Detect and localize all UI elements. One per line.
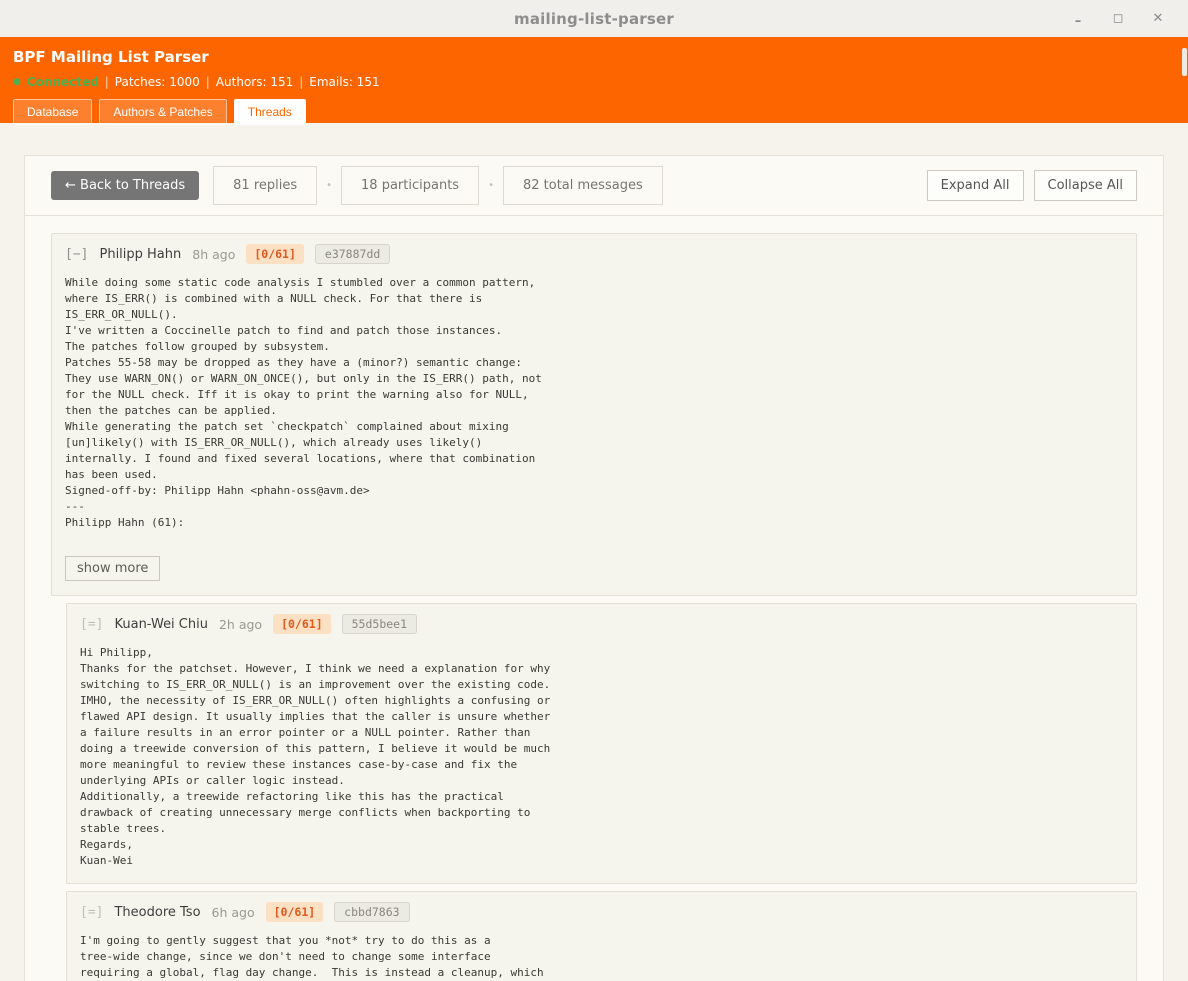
message-body: Hi Philipp, Thanks for the patchset. How…: [80, 645, 1123, 869]
collapse-toggle[interactable]: [=]: [80, 617, 103, 632]
connected-status: Connected: [27, 75, 99, 89]
status-separator: |: [299, 75, 303, 89]
stat-separator-dot: •: [326, 180, 332, 191]
commit-hash-badge: e37887dd: [315, 244, 390, 264]
main-area: ← Back to Threads 81 replies • 18 partic…: [0, 123, 1188, 981]
message-author: Philipp Hahn: [99, 247, 181, 262]
message-author: Kuan-Wei Chiu: [114, 617, 208, 632]
participants-stat: 18 participants: [341, 166, 479, 205]
message-card: [=] Kuan-Wei Chiu 2h ago [0/61] 55d5bee1…: [66, 603, 1137, 884]
patch-count-badge: [0/61]: [266, 902, 324, 922]
maximize-button[interactable]: ◻: [1098, 0, 1138, 37]
tab-threads[interactable]: Threads: [234, 99, 306, 125]
tab-bar: Database Authors & Patches Threads: [13, 99, 1175, 125]
tab-authors-patches[interactable]: Authors & Patches: [99, 99, 226, 125]
patches-count: Patches: 1000: [115, 75, 200, 89]
app-header: BPF Mailing List Parser ● Connected | Pa…: [0, 37, 1188, 123]
message-list: [−] Philipp Hahn 8h ago [0/61] e37887dd …: [25, 216, 1163, 981]
commit-hash-badge: 55d5bee1: [342, 614, 417, 634]
message-body: I'm going to gently suggest that you *no…: [80, 933, 1123, 981]
message-author: Theodore Tso: [114, 905, 200, 920]
message-time: 8h ago: [192, 247, 235, 262]
message-header: [=] Theodore Tso 6h ago [0/61] cbbd7863: [80, 902, 1123, 922]
scrollbar-thumb[interactable]: [1182, 48, 1187, 76]
commit-hash-badge: cbbd7863: [334, 902, 409, 922]
close-button[interactable]: ✕: [1138, 0, 1178, 37]
expand-all-button[interactable]: Expand All: [927, 170, 1024, 201]
collapse-toggle[interactable]: [=]: [80, 905, 103, 920]
os-titlebar: mailing-list-parser – ◻ ✕: [0, 0, 1188, 37]
tab-database[interactable]: Database: [13, 99, 92, 125]
back-to-threads-button[interactable]: ← Back to Threads: [51, 171, 199, 200]
patch-count-badge: [0/61]: [246, 244, 304, 264]
authors-count: Authors: 151: [216, 75, 293, 89]
status-separator: |: [206, 75, 210, 89]
window-title: mailing-list-parser: [514, 10, 674, 28]
collapse-toggle[interactable]: [−]: [65, 247, 88, 262]
app-title: BPF Mailing List Parser: [13, 48, 1175, 66]
patch-count-badge: [0/61]: [273, 614, 331, 634]
message-card: [−] Philipp Hahn 8h ago [0/61] e37887dd …: [51, 233, 1137, 596]
message-card: [=] Theodore Tso 6h ago [0/61] cbbd7863 …: [66, 891, 1137, 981]
total-messages-stat: 82 total messages: [503, 166, 663, 205]
message-header: [−] Philipp Hahn 8h ago [0/61] e37887dd: [65, 244, 1123, 264]
message-time: 6h ago: [212, 905, 255, 920]
stat-separator-dot: •: [488, 180, 494, 191]
window-controls: – ◻ ✕: [1058, 0, 1178, 37]
message-header: [=] Kuan-Wei Chiu 2h ago [0/61] 55d5bee1: [80, 614, 1123, 634]
show-more-button[interactable]: show more: [65, 556, 160, 581]
thread-toolbar: ← Back to Threads 81 replies • 18 partic…: [25, 156, 1163, 215]
status-separator: |: [105, 75, 109, 89]
replies-stat: 81 replies: [213, 166, 317, 205]
status-line: ● Connected | Patches: 1000 | Authors: 1…: [13, 75, 1175, 89]
message-time: 2h ago: [219, 617, 262, 632]
minimize-button[interactable]: –: [1058, 0, 1098, 37]
threads-panel: ← Back to Threads 81 replies • 18 partic…: [24, 155, 1164, 981]
emails-count: Emails: 151: [309, 75, 379, 89]
connected-dot-icon: ●: [13, 77, 21, 87]
message-body: While doing some static code analysis I …: [65, 275, 1123, 531]
collapse-all-button[interactable]: Collapse All: [1034, 170, 1138, 201]
